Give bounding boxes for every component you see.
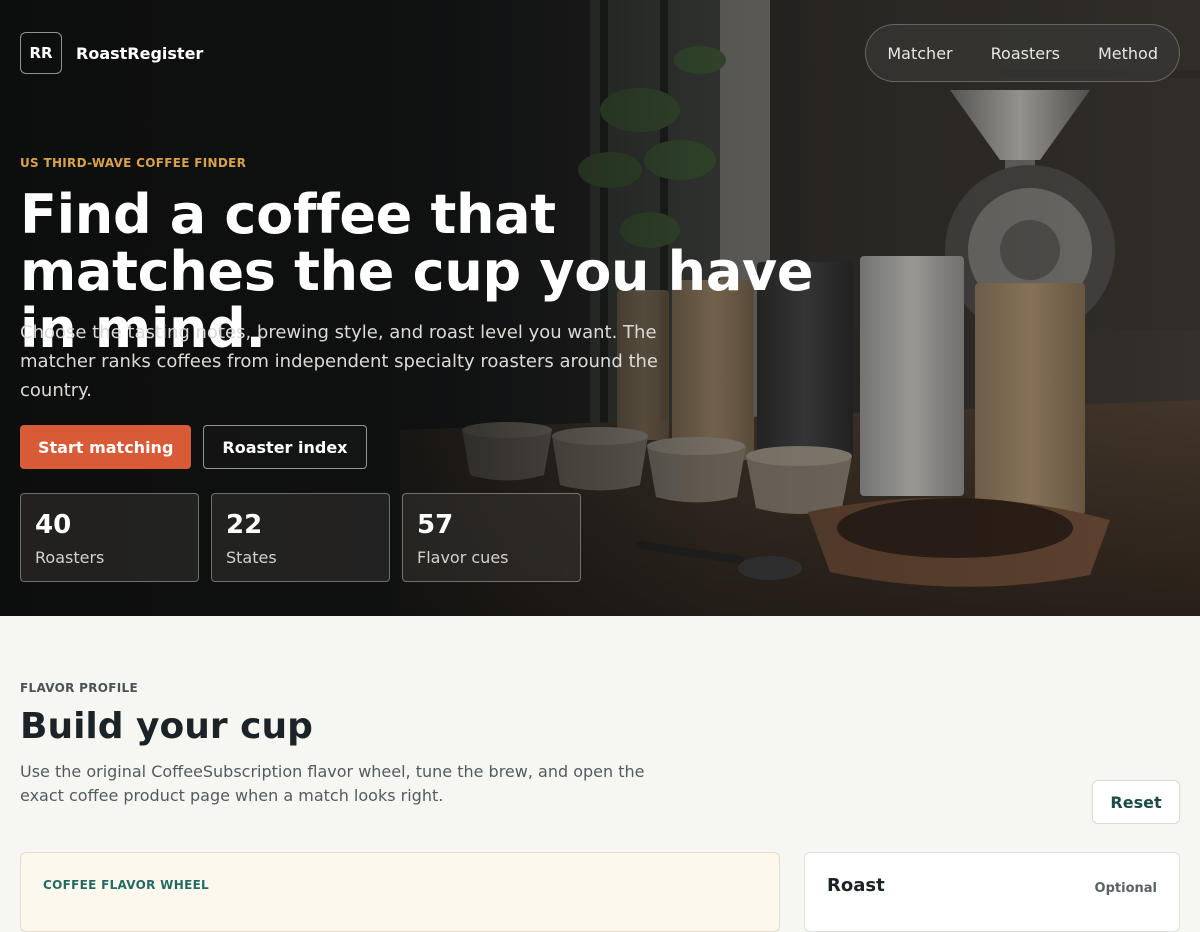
roast-title: Roast: [827, 875, 885, 896]
stat-value: 22: [226, 510, 263, 540]
roaster-index-button[interactable]: Roaster index: [203, 425, 367, 469]
flavor-wheel-label: COFFEE FLAVOR WHEEL: [43, 878, 210, 892]
roast-card: Roast Optional: [804, 852, 1180, 932]
main-nav: Matcher Roasters Method: [865, 24, 1180, 82]
nav-link-matcher[interactable]: Matcher: [868, 44, 971, 63]
roast-optional-tag: Optional: [1094, 881, 1157, 896]
stat-label: States: [226, 548, 277, 567]
flavor-profile-section: FLAVOR PROFILE Build your cup Use the or…: [0, 616, 1200, 932]
start-matching-button[interactable]: Start matching: [20, 425, 192, 469]
brand-name[interactable]: RoastRegister: [76, 44, 203, 63]
stat-value: 40: [35, 510, 72, 540]
section-eyebrow: FLAVOR PROFILE: [20, 681, 138, 695]
brand-logo[interactable]: RR: [20, 32, 62, 74]
reset-button[interactable]: Reset: [1092, 780, 1180, 824]
stat-label: Roasters: [35, 548, 105, 567]
nav-link-roasters[interactable]: Roasters: [972, 44, 1079, 63]
stat-roasters: 40 Roasters: [20, 493, 199, 582]
brand[interactable]: RR RoastRegister: [20, 32, 203, 74]
section-description: Use the original CoffeeSubscription flav…: [20, 762, 645, 805]
stat-value: 57: [417, 510, 454, 540]
stat-label: Flavor cues: [417, 548, 509, 567]
hero-stats: 40 Roasters 22 States 57 Flavor cues: [20, 493, 581, 582]
section-title: Build your cup: [20, 706, 313, 747]
hero-actions: Start matching Roaster index: [20, 425, 367, 469]
stat-states: 22 States: [211, 493, 390, 582]
hero: RR RoastRegister Matcher Roasters Method…: [0, 0, 1200, 616]
hero-eyebrow: US THIRD-WAVE COFFEE FINDER: [20, 156, 247, 170]
stat-flavor-cues: 57 Flavor cues: [402, 493, 581, 582]
flavor-wheel-card: COFFEE FLAVOR WHEEL: [20, 852, 780, 932]
nav-link-method[interactable]: Method: [1079, 44, 1177, 63]
hero-lead: Choose the tasting notes, brewing style,…: [20, 322, 659, 401]
top-bar: RR RoastRegister Matcher Roasters Method: [20, 24, 1180, 82]
